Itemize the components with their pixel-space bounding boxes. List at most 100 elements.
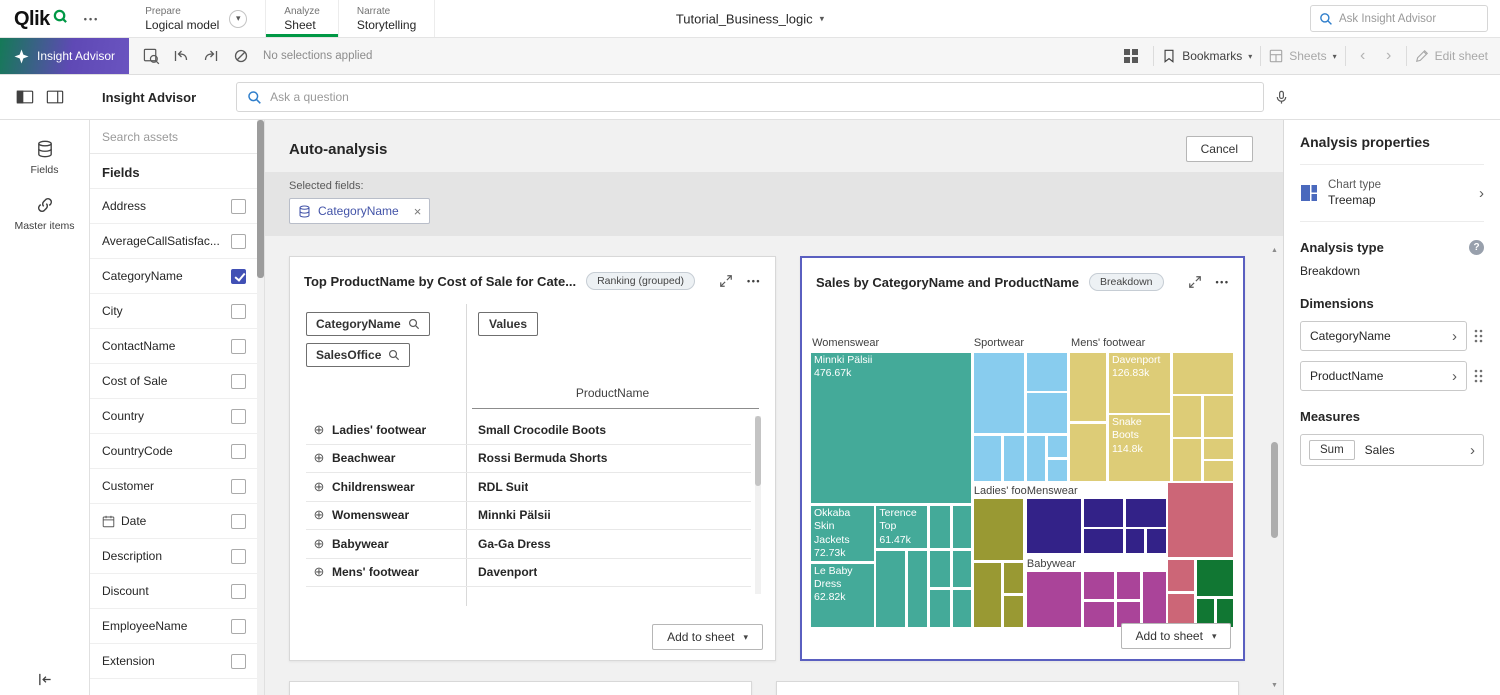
treemap-category-label[interactable]: Womenswear [812, 336, 879, 351]
app-overview-button[interactable] [1117, 42, 1145, 70]
table-row[interactable]: ⊕BabywearGa-Ga Dress [306, 530, 751, 559]
treemap-cell[interactable] [875, 550, 906, 628]
field-checkbox[interactable] [231, 654, 246, 669]
treemap-cell[interactable] [1083, 571, 1115, 600]
bookmarks-button[interactable]: Bookmarks ▾ [1162, 49, 1252, 63]
field-checkbox[interactable] [231, 479, 246, 494]
analysis-card-partial[interactable] [289, 681, 752, 695]
sheets-button[interactable]: Sheets ▾ [1269, 49, 1336, 63]
treemap-cell[interactable] [1125, 498, 1167, 528]
field-checkbox[interactable] [231, 584, 246, 599]
treemap-cell[interactable] [907, 550, 928, 628]
treemap-cell[interactable] [929, 589, 951, 628]
insight-advisor-search-input[interactable] [1339, 13, 1479, 25]
next-sheet-button[interactable]: › [1380, 47, 1398, 65]
treemap-cell[interactable] [1026, 435, 1047, 482]
treemap-cell[interactable] [1167, 482, 1234, 558]
insight-advisor-search[interactable] [1310, 5, 1488, 32]
treemap-cell[interactable] [1142, 571, 1166, 628]
scroll-up-arrow[interactable]: ▲ [1270, 246, 1279, 256]
treemap-cell[interactable] [1203, 438, 1234, 459]
treemap-category-label[interactable]: Mens' footwear [1071, 336, 1145, 351]
treemap-cell[interactable] [1047, 459, 1068, 482]
treemap-cell[interactable] [973, 562, 1002, 628]
field-row[interactable]: Cost of Sale [90, 364, 264, 399]
treemap-cell[interactable] [1047, 435, 1068, 458]
add-row-icon[interactable]: ⊕ [306, 422, 332, 438]
scrollbar-thumb[interactable] [257, 120, 264, 278]
treemap-cell[interactable] [1026, 498, 1082, 554]
add-to-sheet-button[interactable]: Add to sheet ▾ [1121, 623, 1232, 649]
treemap-cell[interactable] [1125, 528, 1145, 553]
treemap-cell[interactable]: Okkaba Skin Jackets72.73k [810, 505, 875, 562]
field-row[interactable]: CountryCode [90, 434, 264, 469]
treemap-category-label[interactable]: Menswear [1027, 484, 1078, 499]
global-menu-button[interactable]: ••• [84, 14, 99, 24]
drag-handle-icon[interactable] [1473, 329, 1484, 343]
main-scrollbar[interactable]: ▲ ▼ [1270, 246, 1279, 691]
treemap-cell[interactable] [1196, 559, 1234, 598]
tab-master-items[interactable]: Master items [0, 186, 89, 242]
step-forward-selection-button[interactable] [197, 42, 225, 70]
toggle-right-panel-button[interactable] [40, 82, 70, 112]
field-row[interactable]: Address [90, 189, 264, 224]
help-icon[interactable]: ? [1469, 240, 1484, 255]
treemap-cell[interactable] [1203, 460, 1234, 482]
tab-narrate[interactable]: Narrate Storytelling [339, 0, 435, 37]
treemap-cell[interactable] [1172, 438, 1202, 482]
treemap-cell[interactable] [1172, 395, 1202, 438]
table-row[interactable]: ⊕Mens' footwearDavenport [306, 559, 751, 588]
treemap-cell[interactable]: Minnki Pälsii476.67k [810, 352, 972, 504]
scrollbar-thumb[interactable] [755, 416, 761, 486]
toggle-left-panel-button[interactable] [10, 82, 40, 112]
add-row-icon[interactable]: ⊕ [306, 564, 332, 580]
scrollbar-thumb[interactable] [1271, 442, 1278, 538]
field-row[interactable]: Extension [90, 644, 264, 679]
field-checkbox[interactable] [231, 514, 246, 529]
treemap-cell[interactable] [1146, 528, 1167, 553]
treemap-cell[interactable] [1116, 571, 1141, 600]
treemap-cell[interactable] [1203, 395, 1234, 438]
smart-search-button[interactable] [137, 42, 165, 70]
field-checkbox[interactable] [231, 234, 246, 249]
ask-question-input[interactable] [270, 90, 1253, 104]
previous-sheet-button[interactable]: ‹ [1354, 47, 1372, 65]
table-scrollbar[interactable] [755, 416, 761, 594]
insight-advisor-button[interactable]: Insight Advisor [0, 38, 129, 74]
treemap-cell[interactable] [1069, 352, 1107, 422]
measure-item-sales[interactable]: Sum Sales › [1300, 434, 1484, 466]
add-to-sheet-button[interactable]: Add to sheet ▾ [652, 624, 763, 650]
field-checkbox[interactable] [231, 269, 246, 284]
table-row[interactable]: ⊕BeachwearRossi Bermuda Shorts [306, 445, 751, 474]
voice-input-button[interactable] [1266, 82, 1296, 112]
dimension-item-categoryname[interactable]: CategoryName › [1300, 321, 1467, 351]
field-row[interactable]: CategoryName [90, 259, 264, 294]
field-row[interactable]: ContactName [90, 329, 264, 364]
salesoffice-filter-button[interactable]: SalesOffice [306, 343, 410, 367]
assets-search-input[interactable] [102, 130, 252, 144]
field-checkbox[interactable] [231, 549, 246, 564]
clear-selections-button[interactable] [227, 42, 255, 70]
field-checkbox[interactable] [231, 444, 246, 459]
treemap-cell[interactable] [973, 435, 1002, 482]
treemap-cell[interactable] [952, 505, 972, 549]
treemap-cell[interactable] [1167, 559, 1195, 593]
drag-handle-icon[interactable] [1473, 369, 1484, 383]
treemap-cell[interactable] [1069, 423, 1107, 482]
treemap-cell[interactable]: Davenport126.83k [1108, 352, 1171, 414]
field-checkbox[interactable] [231, 619, 246, 634]
categoryname-filter-button[interactable]: CategoryName [306, 312, 430, 336]
treemap-category-label[interactable]: Sportwear [974, 336, 1024, 351]
logical-model-dropdown-button[interactable]: ▾ [229, 10, 247, 28]
treemap-cell[interactable] [1026, 352, 1069, 392]
treemap-cell[interactable]: Le Baby Dress62.82k [810, 563, 875, 628]
treemap-cell[interactable] [973, 498, 1024, 561]
assets-search[interactable] [90, 120, 264, 154]
add-row-icon[interactable]: ⊕ [306, 507, 332, 523]
more-options-button[interactable]: ••• [747, 276, 761, 286]
field-checkbox[interactable] [231, 409, 246, 424]
analysis-card-ranking[interactable]: Top ProductName by Cost of Sale for Cate… [289, 256, 776, 661]
remove-selected-field-button[interactable]: × [406, 204, 422, 219]
table-row[interactable]: ⊕Ladies' footwearSmall Crocodile Boots [306, 416, 751, 445]
treemap-cell[interactable] [1026, 571, 1082, 628]
